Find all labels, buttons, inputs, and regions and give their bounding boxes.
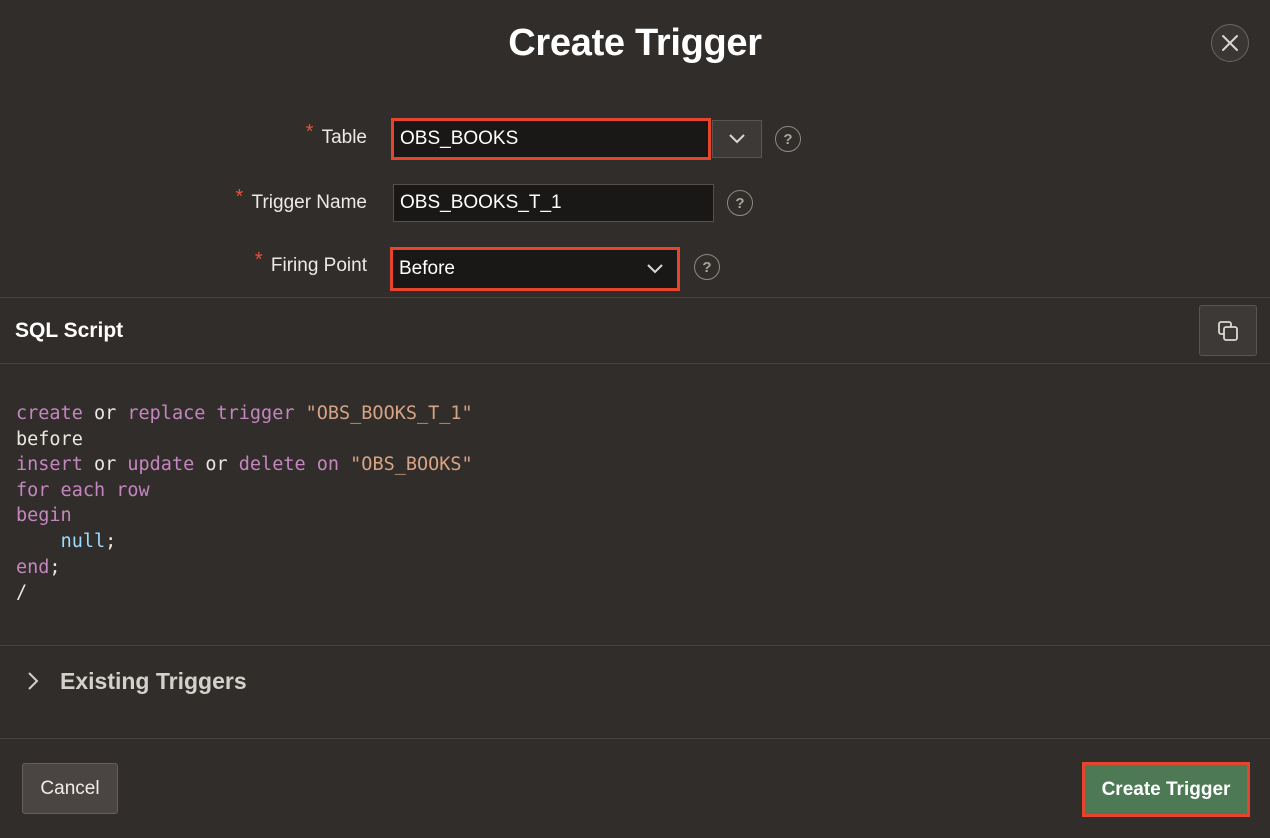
- table-input[interactable]: OBS_BOOKS: [391, 118, 711, 160]
- code-token: begin: [16, 505, 72, 527]
- code-line: for each row: [16, 478, 473, 504]
- close-icon: [1222, 35, 1238, 51]
- copy-icon: [1218, 320, 1238, 341]
- required-marker: *: [235, 186, 244, 208]
- chevron-right-icon: [22, 670, 44, 692]
- code-token: insert: [16, 454, 83, 476]
- code-token: or: [82, 454, 128, 476]
- code-line: end;: [16, 555, 473, 581]
- code-token: update: [127, 454, 195, 476]
- code-token: ;: [105, 530, 117, 552]
- code-token: on: [316, 454, 340, 476]
- code-line: create or replace trigger "OBS_BOOKS_T_1…: [16, 401, 473, 427]
- code-line: before: [16, 427, 473, 453]
- code-token: null: [60, 530, 106, 552]
- chevron-down-icon: [729, 134, 745, 144]
- code-token: ;: [49, 556, 61, 578]
- dialog-title: Create Trigger: [508, 22, 762, 64]
- divider: [0, 297, 1270, 298]
- existing-triggers-label: Existing Triggers: [60, 667, 247, 694]
- divider: [0, 738, 1270, 739]
- required-marker: *: [305, 121, 314, 143]
- code-token: for each row: [16, 479, 150, 501]
- code-line: insert or update or delete on "OBS_BOOKS…: [16, 452, 473, 478]
- trigger-name-help-icon[interactable]: ?: [727, 190, 753, 216]
- divider: [0, 363, 1270, 364]
- code-line: null;: [16, 529, 473, 555]
- firing-point-help-icon[interactable]: ?: [694, 254, 720, 280]
- code-token: delete: [238, 454, 306, 476]
- table-row: * Table OBS_BOOKS ?: [0, 118, 1270, 160]
- trigger-name-input[interactable]: OBS_BOOKS_T_1: [393, 184, 714, 222]
- code-token: /: [16, 582, 28, 604]
- create-trigger-button[interactable]: Create Trigger: [1082, 762, 1250, 817]
- code-token: before: [16, 428, 83, 450]
- required-marker: *: [254, 249, 263, 271]
- code-line: /: [16, 580, 473, 606]
- chevron-down-icon: [647, 264, 663, 274]
- firing-point-label: * Firing Point: [254, 249, 367, 276]
- code-token: "OBS_BOOKS_T_1": [305, 403, 473, 424]
- trigger-name-label: * Trigger Name: [235, 186, 367, 213]
- existing-triggers-toggle[interactable]: Existing Triggers: [0, 658, 400, 704]
- sql-code[interactable]: create or replace trigger "OBS_BOOKS_T_1…: [16, 401, 473, 606]
- code-token: trigger: [216, 403, 295, 424]
- copy-button[interactable]: [1199, 305, 1257, 356]
- table-label: * Table: [305, 121, 367, 148]
- code-line: begin: [16, 503, 473, 529]
- sql-script-title: SQL Script: [15, 319, 124, 342]
- code-token: or: [82, 403, 128, 424]
- divider: [0, 645, 1270, 646]
- table-help-icon[interactable]: ?: [775, 126, 801, 152]
- close-button[interactable]: [1211, 24, 1249, 62]
- code-token: or: [194, 454, 239, 476]
- trigger-name-row: * Trigger Name OBS_BOOKS_T_1 ?: [0, 184, 1270, 224]
- firing-point-row: * Firing Point Before ?: [0, 247, 1270, 291]
- code-token: "OBS_BOOKS": [350, 454, 473, 476]
- firing-point-select[interactable]: Before: [390, 247, 680, 291]
- code-token: replace: [127, 403, 206, 424]
- cancel-button[interactable]: Cancel: [22, 763, 118, 814]
- table-lov-button[interactable]: [712, 120, 762, 158]
- code-token: end: [16, 556, 50, 578]
- code-token: create: [16, 403, 83, 424]
